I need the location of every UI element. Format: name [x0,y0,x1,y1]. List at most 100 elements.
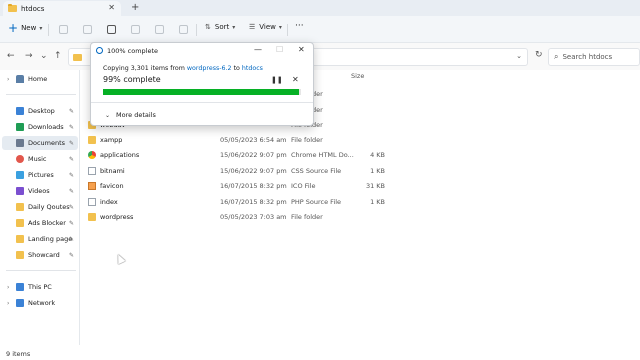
sort-icon: ⇅ [205,23,211,31]
table-row[interactable]: xampp 05/05/2023 6:54 am File folder [85,133,395,147]
toolbar-divider [196,24,197,36]
sidebar-item-home[interactable]: › Home [2,72,78,86]
sidebar-item-network[interactable]: › Network [2,296,78,310]
sidebar-item-desktop[interactable]: Desktop ✎ [2,104,78,118]
pin-icon: ✎ [68,235,74,243]
more-options-button[interactable]: ··· [295,21,304,31]
folder-icon [8,4,17,12]
folder-icon [88,136,96,144]
item-count: 9 items [6,350,31,358]
destination-link[interactable]: htdocs [242,65,263,72]
refresh-icon[interactable]: ↻ [535,50,543,60]
file-date: 05/05/2023 7:03 am [220,213,287,221]
table-row[interactable]: index 16/07/2015 8:32 pm PHP Source File… [85,195,395,209]
file-size: 1 KB [370,167,385,175]
document-icon [88,167,96,175]
file-name: bitnami [100,167,125,175]
sidebar-item-label: Downloads [28,123,64,131]
table-row[interactable]: wordpress 05/05/2023 7:03 am File folder [85,210,395,224]
rename-icon[interactable] [131,25,140,34]
folder-icon [16,251,24,259]
cut-icon[interactable] [59,25,68,34]
folder-icon [16,219,24,227]
pin-icon: ✎ [68,187,74,195]
chevron-down-icon: ▾ [278,23,282,31]
pin-icon: ✎ [68,219,74,227]
videos-icon [16,187,24,195]
sidebar-item-label: Desktop [28,107,55,115]
expand-chevron-icon[interactable]: › [7,300,9,307]
sidebar-item-landing-page[interactable]: Landing page ✎ [2,232,78,246]
sidebar-item-music[interactable]: Music ✎ [2,152,78,166]
sidebar-item-this-pc[interactable]: › This PC [2,280,78,294]
file-name: applications [100,151,140,159]
navigation-pane: › Home Desktop ✎ Downloads ✎ Documents ✎… [0,70,80,345]
sort-label: Sort [214,23,230,31]
sort-button[interactable]: ⇅ Sort ▾ [205,23,235,31]
documents-icon [16,139,24,147]
table-row[interactable]: favicon 16/07/2015 8:32 pm ICO File 31 K… [85,179,395,193]
dialog-close-button[interactable]: ✕ [298,45,305,54]
forward-arrow-icon[interactable]: → [25,51,33,61]
expand-chevron-icon[interactable]: › [7,284,9,291]
back-arrow-icon[interactable]: ← [7,51,15,61]
table-row[interactable]: applications 15/06/2022 9:07 pm Chrome H… [85,148,395,162]
up-arrow-icon[interactable]: ↑ [54,51,62,61]
search-input[interactable]: ⌕ Search htdocs [548,48,640,66]
table-row[interactable]: bitnami 15/06/2022 9:07 pm CSS Source Fi… [85,164,395,178]
file-type: Chrome HTML Do... [291,151,354,159]
file-size: 4 KB [370,151,385,159]
file-name: favicon [100,182,124,190]
tab-htdocs[interactable]: htdocs ✕ [3,1,121,16]
downloads-icon [16,123,24,131]
folder-icon [88,213,96,221]
new-button[interactable]: + New ▾ [8,22,42,34]
progress-bar [103,89,301,95]
view-button[interactable]: ☰ View ▾ [249,23,282,31]
copy-description: Copying 3,301 items from wordpress-6.2 t… [103,65,263,72]
copy-prefix: Copying 3,301 items from [103,65,187,72]
source-link[interactable]: wordpress-6.2 [187,65,232,72]
sidebar-item-videos[interactable]: Videos ✎ [2,184,78,198]
file-type: CSS Source File [291,167,342,175]
maximize-icon: ☐ [276,45,284,54]
share-icon[interactable] [155,25,164,34]
view-icon: ☰ [249,23,256,31]
document-icon [88,198,96,206]
more-details-button[interactable]: ⌄ More details [105,111,156,119]
delete-icon[interactable] [179,25,188,34]
pin-icon: ✎ [68,107,74,115]
minimize-icon[interactable]: — [254,45,262,54]
view-label: View [259,23,276,31]
sidebar-item-downloads[interactable]: Downloads ✎ [2,120,78,134]
home-icon [16,75,24,83]
sidebar-item-showcard[interactable]: Showcard ✎ [2,248,78,262]
chrome-icon [88,151,96,159]
new-label: New [21,24,37,32]
pin-icon: ✎ [68,155,74,163]
paste-icon[interactable] [107,25,116,34]
file-name: index [100,198,118,206]
sidebar-item-daily-qoutes[interactable]: Daily Qoutes ✎ [2,200,78,214]
progress-fill [103,89,300,95]
chevron-down-icon[interactable]: ⌄ [516,52,522,60]
new-tab-button[interactable]: + [131,2,139,13]
toolbar-divider [48,24,49,36]
sidebar-item-label: This PC [28,283,52,291]
copy-icon[interactable] [83,25,92,34]
sidebar-divider [6,94,76,95]
column-header-size[interactable]: Size [351,72,364,80]
pin-icon: ✎ [68,123,74,131]
sidebar-item-ads-blocker[interactable]: Ads Blocker ✎ [2,216,78,230]
expand-chevron-icon[interactable]: › [7,76,9,83]
sidebar-item-pictures[interactable]: Pictures ✎ [2,168,78,182]
tab-close-icon[interactable]: ✕ [108,3,115,12]
file-name: xampp [100,136,123,144]
folder-icon [73,54,82,61]
file-type: File folder [291,213,323,221]
sidebar-item-documents[interactable]: Documents ✎ [2,136,78,150]
cancel-copy-button[interactable]: ✕ [292,75,299,84]
recent-chevron-icon[interactable]: ⌄ [40,51,48,61]
dialog-divider [91,102,313,103]
pause-button[interactable]: ❚❚ [271,76,283,84]
